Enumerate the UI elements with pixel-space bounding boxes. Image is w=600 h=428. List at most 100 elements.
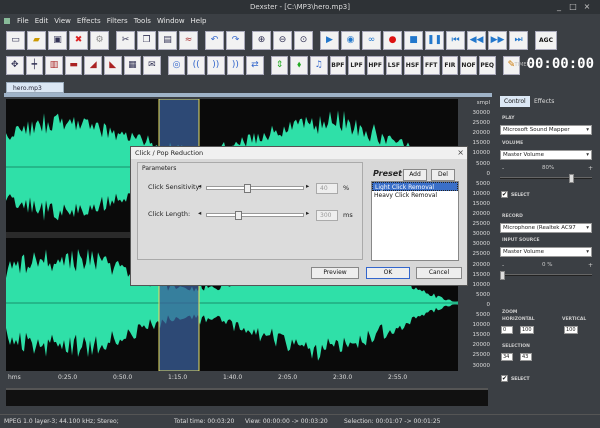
play-selection-icon[interactable]: ◉ xyxy=(341,30,360,50)
sensitivity-value-input[interactable]: 40 xyxy=(316,183,338,194)
echo-icon[interactable]: ◎ xyxy=(167,55,186,75)
cancel-button[interactable]: Cancel xyxy=(416,267,462,279)
reverb-icon[interactable]: (( xyxy=(187,55,205,75)
menu-tools[interactable]: Tools xyxy=(134,17,151,25)
length-right-arrow-icon[interactable]: ▸ xyxy=(306,209,309,217)
zoom-h-to-input[interactable]: 100 xyxy=(520,326,534,334)
rewind-start-icon[interactable]: ⏮ xyxy=(446,30,465,50)
input-source-select[interactable]: Master Volume xyxy=(500,247,592,257)
settings-gear-icon[interactable]: ⚙ xyxy=(90,30,109,50)
close-icon[interactable]: × xyxy=(582,2,592,11)
redo-icon[interactable]: ↷ xyxy=(226,30,245,50)
zoom-full-icon[interactable]: ⊙ xyxy=(294,30,313,50)
filter-hsf[interactable]: HSF xyxy=(404,55,421,75)
preset-item[interactable]: Heavy Click Removal xyxy=(372,191,458,200)
length-slider-thumb[interactable] xyxy=(234,211,242,220)
selection-from-input[interactable]: 34 xyxy=(501,353,513,361)
trim-icon[interactable]: ✥ xyxy=(6,55,24,75)
zoom-v-input[interactable]: 100 xyxy=(564,326,578,334)
save-icon[interactable]: ▣ xyxy=(48,30,67,50)
envelope-icon[interactable]: ✉ xyxy=(143,55,161,75)
selection-to-input[interactable]: 43 xyxy=(520,353,532,361)
preset-item[interactable]: Light Click Removal xyxy=(372,182,458,191)
undo-icon[interactable]: ↶ xyxy=(205,30,224,50)
stretch-icon[interactable]: ⇕ xyxy=(270,55,289,75)
insert-silence-icon[interactable]: ┿ xyxy=(25,55,44,75)
maximize-icon[interactable]: □ xyxy=(568,2,578,11)
zoom-h-from-input[interactable]: 0 xyxy=(501,326,513,334)
zoom-in-icon[interactable]: ⊕ xyxy=(252,30,271,50)
flanger-icon[interactable]: )) xyxy=(226,55,245,75)
play-device-select[interactable]: Microsoft Sound Mapper xyxy=(500,125,592,135)
open-folder-icon[interactable]: ▰ xyxy=(27,30,46,50)
new-file-icon[interactable]: ▭ xyxy=(6,30,25,50)
fade-out-icon[interactable]: ◣ xyxy=(103,55,122,75)
mix-paste-icon[interactable]: ≈ xyxy=(179,30,198,50)
input-slider-thumb[interactable] xyxy=(500,271,505,280)
filter-fir[interactable]: FIR xyxy=(441,55,459,75)
sensitivity-left-arrow-icon[interactable]: ◂ xyxy=(198,182,201,190)
agc-button[interactable]: AGC xyxy=(535,30,557,50)
sensitivity-slider[interactable] xyxy=(206,184,304,193)
menu-window[interactable]: Window xyxy=(157,17,185,25)
tab-effects[interactable]: Effects xyxy=(530,96,558,107)
record-device-select[interactable]: Microphone (Realtek AC97 xyxy=(500,223,592,233)
volume-select[interactable]: Master Volume xyxy=(500,150,592,160)
menu-effects[interactable]: Effects xyxy=(77,17,101,25)
pause-icon[interactable]: ❚❚ xyxy=(425,30,444,50)
forward-icon[interactable]: ▶▶ xyxy=(488,30,507,50)
preset-list[interactable]: Light Click Removal Heavy Click Removal xyxy=(371,181,459,261)
sensitivity-right-arrow-icon[interactable]: ▸ xyxy=(306,182,309,190)
cut-icon[interactable]: ✂ xyxy=(116,30,135,50)
length-slider[interactable] xyxy=(206,211,304,220)
filter-hpf[interactable]: HPF xyxy=(366,55,384,75)
record-icon[interactable]: ● xyxy=(383,30,402,50)
normalize-icon[interactable]: ▥ xyxy=(45,55,63,75)
amplify-icon[interactable]: ▬ xyxy=(64,55,83,75)
delete-icon[interactable]: ✖ xyxy=(69,30,88,50)
menu-filters[interactable]: Filters xyxy=(107,17,128,25)
equalizer-icon[interactable]: ▦ xyxy=(123,55,142,75)
filter-bpf[interactable]: BPF xyxy=(329,55,347,75)
horizontal-scrollbar[interactable] xyxy=(6,388,488,406)
loop-icon[interactable]: ∞ xyxy=(362,30,381,50)
chorus-icon[interactable]: )) xyxy=(206,55,225,75)
ruler-tick: 20000 xyxy=(472,130,491,137)
forward-end-icon[interactable]: ⏭ xyxy=(509,30,528,50)
pitch-icon[interactable]: ⬧ xyxy=(290,55,308,75)
filter-lpf[interactable]: LPF xyxy=(348,55,365,75)
filter-nof[interactable]: NOF xyxy=(460,55,477,75)
length-value-input[interactable]: 300 xyxy=(316,210,338,221)
volume-slider-thumb[interactable] xyxy=(568,174,574,183)
volume-slider[interactable] xyxy=(500,174,592,183)
play-icon[interactable]: ▶ xyxy=(320,30,339,50)
preview-button[interactable]: Preview xyxy=(311,267,359,279)
menu-file[interactable]: File xyxy=(17,17,29,25)
filter-peq[interactable]: PEQ xyxy=(478,55,496,75)
reverse-icon[interactable]: ⇄ xyxy=(246,55,264,75)
zoom-out-icon[interactable]: ⊖ xyxy=(273,30,292,50)
paste-icon[interactable]: ▤ xyxy=(158,30,177,50)
minimize-icon[interactable]: _ xyxy=(554,2,564,11)
filter-lsf[interactable]: LSF xyxy=(385,55,403,75)
rewind-icon[interactable]: ◀◀ xyxy=(467,30,486,50)
select-checkbox[interactable]: ✔ xyxy=(501,191,508,198)
dialog-close-icon[interactable]: × xyxy=(457,147,464,159)
note-icon[interactable]: ♫ xyxy=(309,55,328,75)
fade-in-icon[interactable]: ◢ xyxy=(84,55,102,75)
file-tab[interactable]: hero.mp3 xyxy=(6,82,64,93)
stop-icon[interactable]: ■ xyxy=(404,30,423,50)
tab-control[interactable]: Control xyxy=(500,96,530,107)
select2-checkbox[interactable]: ✔ xyxy=(501,375,508,382)
filter-fft[interactable]: FFT xyxy=(422,55,440,75)
menu-view[interactable]: View xyxy=(54,17,71,25)
menu-edit[interactable]: Edit xyxy=(35,17,49,25)
input-slider[interactable] xyxy=(500,271,592,280)
length-left-arrow-icon[interactable]: ◂ xyxy=(198,209,201,217)
menu-help[interactable]: Help xyxy=(191,17,207,25)
copy-icon[interactable]: ❐ xyxy=(137,30,156,50)
preset-add-button[interactable]: Add xyxy=(403,169,427,181)
ok-button[interactable]: OK xyxy=(366,267,410,279)
sensitivity-slider-thumb[interactable] xyxy=(243,184,251,193)
preset-del-button[interactable]: Del xyxy=(431,169,455,181)
